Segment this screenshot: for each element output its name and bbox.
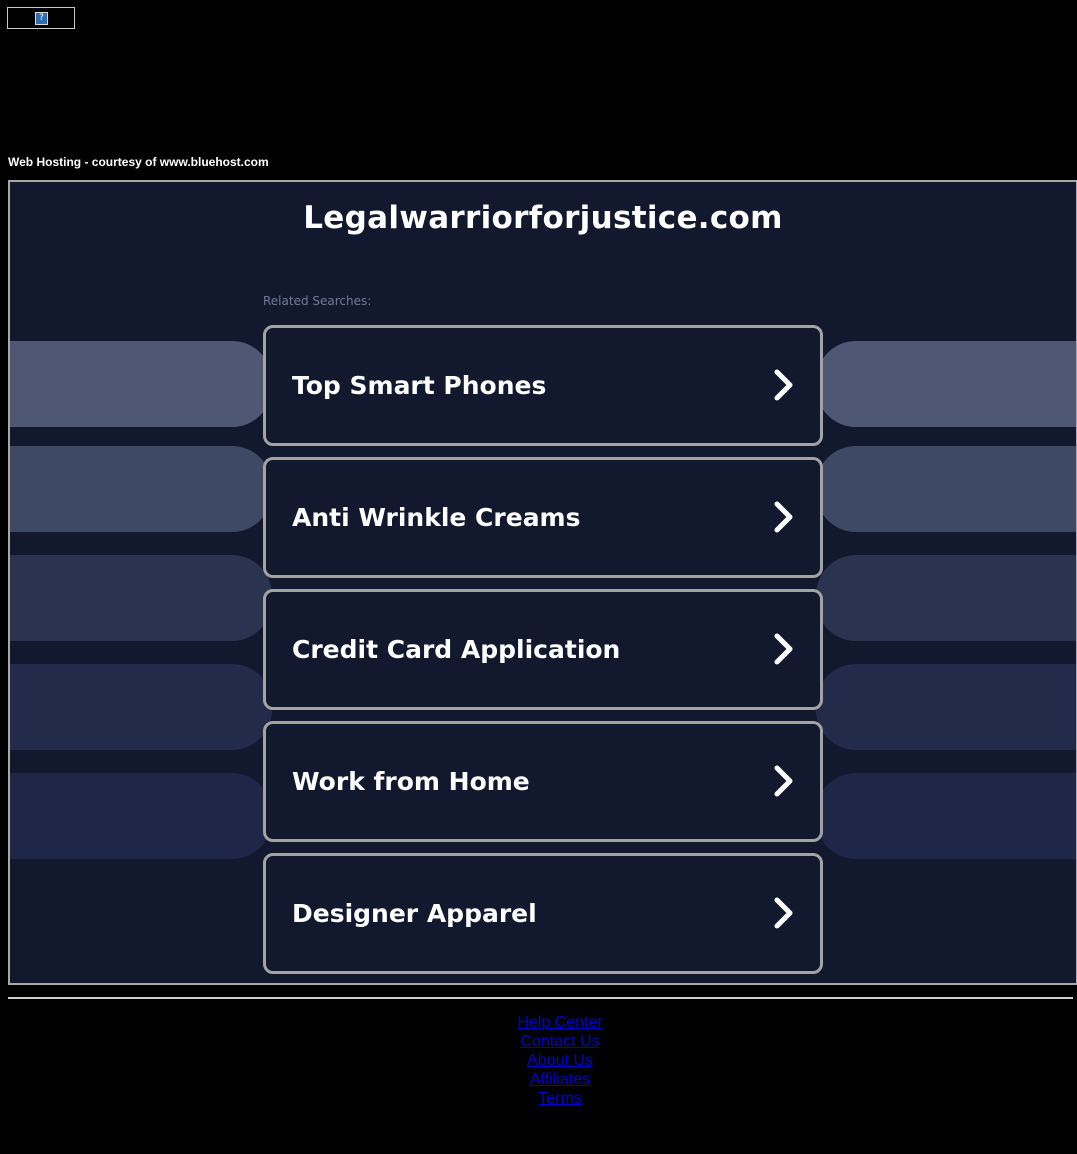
decor-pill <box>10 341 272 427</box>
search-link-label: Designer Apparel <box>292 899 537 928</box>
footer-links: Help Center Contact Us About Us Affiliat… <box>0 1013 1077 1108</box>
related-searches-label: Related Searches: <box>263 294 372 308</box>
chevron-right-icon <box>774 897 793 929</box>
footer-link-contact-us[interactable]: Contact Us <box>0 1032 1077 1051</box>
search-link-designer-apparel[interactable]: Designer Apparel <box>263 853 823 974</box>
chevron-right-icon <box>774 501 793 533</box>
search-link-work-from-home[interactable]: Work from Home <box>263 721 823 842</box>
search-link-anti-wrinkle-creams[interactable]: Anti Wrinkle Creams <box>263 457 823 578</box>
content-frame: Legalwarriorforjustice.com Related Searc… <box>8 180 1077 985</box>
question-mark-icon: ? <box>35 12 48 25</box>
chevron-right-icon <box>774 369 793 401</box>
search-link-label: Top Smart Phones <box>292 371 547 400</box>
decor-pill <box>816 446 1076 532</box>
search-link-credit-card-application[interactable]: Credit Card Application <box>263 589 823 710</box>
decor-pill <box>10 664 272 750</box>
top-banner[interactable]: ? <box>7 7 75 29</box>
footer-link-affiliates[interactable]: Affiliates <box>0 1070 1077 1089</box>
hosting-courtesy-text: Web Hosting - courtesy of www.bluehost.c… <box>8 155 269 169</box>
decor-pill <box>10 446 272 532</box>
footer-link-terms[interactable]: Terms <box>0 1089 1077 1108</box>
search-link-top-smart-phones[interactable]: Top Smart Phones <box>263 325 823 446</box>
decor-pill <box>816 555 1076 641</box>
decor-pill <box>816 341 1076 427</box>
search-link-label: Work from Home <box>292 767 530 796</box>
site-title: Legalwarriorforjustice.com <box>303 200 783 236</box>
footer-divider <box>8 997 1073 999</box>
decor-pill <box>816 773 1076 859</box>
search-link-label: Credit Card Application <box>292 635 621 664</box>
chevron-right-icon <box>774 765 793 797</box>
footer-link-help-center[interactable]: Help Center <box>0 1013 1077 1032</box>
decor-pill <box>10 555 272 641</box>
chevron-right-icon <box>774 633 793 665</box>
footer-link-about-us[interactable]: About Us <box>0 1051 1077 1070</box>
decor-pill <box>10 773 272 859</box>
decor-pill <box>816 664 1076 750</box>
search-link-label: Anti Wrinkle Creams <box>292 503 581 532</box>
